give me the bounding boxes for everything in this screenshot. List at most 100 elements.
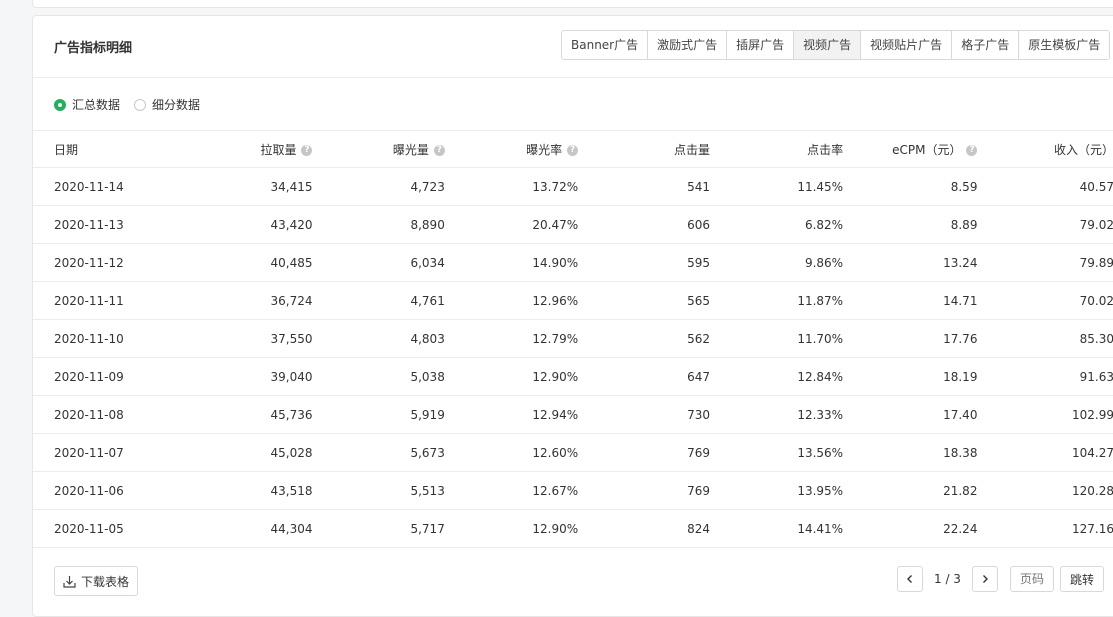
tab-2[interactable]: 插屏广告 xyxy=(727,31,795,59)
table-cell: 11.70% xyxy=(709,319,844,358)
table-cell: 12.90% xyxy=(444,509,579,548)
table-row: 2020-11-10 37,550 4,803 12.79% 562 11.70% 17.7… xyxy=(33,319,1113,358)
table-cell: 647 xyxy=(578,357,710,396)
table-cell: 13.72% xyxy=(444,167,579,206)
column-header-label: eCPM（元） xyxy=(892,142,962,157)
table-cell: 5,919 xyxy=(312,395,445,434)
column-header-1: 拉取量? xyxy=(167,130,313,168)
radio-detail-data[interactable]: 细分数据 xyxy=(134,96,200,113)
table-cell: 102.99 xyxy=(977,395,1113,434)
table-cell: 45,028 xyxy=(167,433,313,472)
table-cell: 12.60% xyxy=(444,433,579,472)
table-cell: 565 xyxy=(578,281,710,320)
table-cell: 606 xyxy=(578,205,710,244)
column-header-7: 收入（元） xyxy=(977,130,1113,168)
table-cell: 562 xyxy=(578,319,710,358)
table-cell: 13.24 xyxy=(843,243,978,282)
data-mode-radio-group: 汇总数据 细分数据 xyxy=(54,96,214,113)
radio-label: 细分数据 xyxy=(152,98,201,112)
table-cell: 541 xyxy=(578,167,710,206)
table-cell: 40,485 xyxy=(167,243,313,282)
tab-5[interactable]: 格子广告 xyxy=(952,31,1020,59)
chevron-left-icon xyxy=(907,575,912,583)
page-number-input[interactable] xyxy=(1009,566,1054,592)
column-header-label: 收入（元） xyxy=(1053,142,1113,157)
table-row: 2020-11-07 45,028 5,673 12.60% 769 13.56% 18.3… xyxy=(33,433,1113,472)
table-cell: 2020-11-08 xyxy=(33,395,168,434)
previous-card-edge xyxy=(32,0,1113,8)
next-page-button[interactable] xyxy=(971,566,998,592)
table-cell: 40.57 xyxy=(977,167,1113,206)
table-cell: 6.82% xyxy=(709,205,844,244)
tab-6[interactable]: 原生模板广告 xyxy=(1019,31,1110,59)
table-cell: 5,673 xyxy=(312,433,445,472)
table-cell: 34,415 xyxy=(167,167,313,206)
table-cell: 2020-11-05 xyxy=(33,509,168,548)
radio-unchecked-icon xyxy=(134,98,147,111)
ad-type-tabs: Banner广告 激励式广告 插屏广告 视频广告 视频贴片广告 格子广告 原生模板广告 xyxy=(561,30,1111,60)
table-cell: 14.90% xyxy=(444,243,579,282)
table-cell: 730 xyxy=(578,395,710,434)
table-cell: 45,736 xyxy=(167,395,313,434)
table-cell: 8.89 xyxy=(843,205,978,244)
table-cell: 4,723 xyxy=(312,167,445,206)
download-table-button[interactable]: 下载表格 xyxy=(54,566,139,596)
table-cell: 11.87% xyxy=(709,281,844,320)
table-cell: 91.63 xyxy=(977,357,1113,396)
table-cell: 70.02 xyxy=(977,281,1113,320)
table-cell: 12.79% xyxy=(444,319,579,358)
table-cell: 11.45% xyxy=(709,167,844,206)
table-row: 2020-11-12 40,485 6,034 14.90% 595 9.86% 13.24… xyxy=(33,243,1113,282)
table-cell: 22.24 xyxy=(843,509,978,548)
chevron-right-icon xyxy=(982,575,988,583)
table-cell: 4,761 xyxy=(312,281,445,320)
table-cell: 12.90% xyxy=(444,357,579,396)
table-cell: 2020-11-10 xyxy=(33,319,168,358)
table-row: 2020-11-13 43,420 8,890 20.47% 606 6.82% 8.89 7… xyxy=(33,205,1113,244)
table-cell: 18.19 xyxy=(843,357,978,396)
radio-summary-data[interactable]: 汇总数据 xyxy=(54,96,120,113)
table-cell: 6,034 xyxy=(312,243,445,282)
column-header-label: 曝光率 xyxy=(526,142,563,157)
table-cell: 2020-11-06 xyxy=(33,471,168,510)
column-header-label: 曝光量 xyxy=(392,142,429,157)
table-cell: 12.67% xyxy=(444,471,579,510)
column-header-label: 点击量 xyxy=(673,142,710,157)
table-cell: 8,890 xyxy=(312,205,445,244)
table-cell: 5,038 xyxy=(312,357,445,396)
table-cell: 13.56% xyxy=(709,433,844,472)
question-circle-icon[interactable]: ? xyxy=(301,144,313,156)
question-circle-icon[interactable]: ? xyxy=(567,144,579,156)
column-header-4: 点击量 xyxy=(578,130,710,168)
column-header-label: 拉取量 xyxy=(260,142,297,157)
table-cell: 2020-11-09 xyxy=(33,357,168,396)
download-label: 下载表格 xyxy=(81,574,130,589)
table-row: 2020-11-06 43,518 5,513 12.67% 769 13.95% 21.8… xyxy=(33,471,1113,510)
tab-0[interactable]: Banner广告 xyxy=(562,31,649,59)
table-cell: 5,717 xyxy=(312,509,445,548)
tab-4[interactable]: 视频贴片广告 xyxy=(861,31,953,59)
ad-metrics-card: 广告指标明细 Banner广告 激励式广告 插屏广告 视频广告 视频贴片广告 格子广告 原生… xyxy=(32,15,1113,617)
tab-3[interactable]: 视频广告 xyxy=(794,31,862,59)
question-circle-icon[interactable]: ? xyxy=(966,144,978,156)
jump-button[interactable]: 跳转 xyxy=(1059,566,1104,592)
question-circle-icon[interactable]: ? xyxy=(433,144,445,156)
column-header-3: 曝光率? xyxy=(444,130,579,168)
table-cell: 12.94% xyxy=(444,395,579,434)
table-row: 2020-11-05 44,304 5,717 12.90% 824 14.41% 22.2… xyxy=(33,509,1113,548)
table-cell: 769 xyxy=(578,433,710,472)
table-cell: 14.71 xyxy=(843,281,978,320)
prev-page-button[interactable] xyxy=(897,566,923,592)
table-cell: 14.41% xyxy=(709,509,844,548)
table-row: 2020-11-08 45,736 5,919 12.94% 730 12.33% 17.4… xyxy=(33,395,1113,434)
table-cell: 595 xyxy=(578,243,710,282)
table-cell: 17.76 xyxy=(843,319,978,358)
table-cell: 4,803 xyxy=(312,319,445,358)
table-cell: 21.82 xyxy=(843,471,978,510)
table-cell: 127.16 xyxy=(977,509,1113,548)
column-header-5: 点击率 xyxy=(709,130,844,168)
tab-1[interactable]: 激励式广告 xyxy=(648,31,728,59)
table-cell: 18.38 xyxy=(843,433,978,472)
table-cell: 37,550 xyxy=(167,319,313,358)
pagination: 1 / 3 跳转 xyxy=(897,566,1104,592)
